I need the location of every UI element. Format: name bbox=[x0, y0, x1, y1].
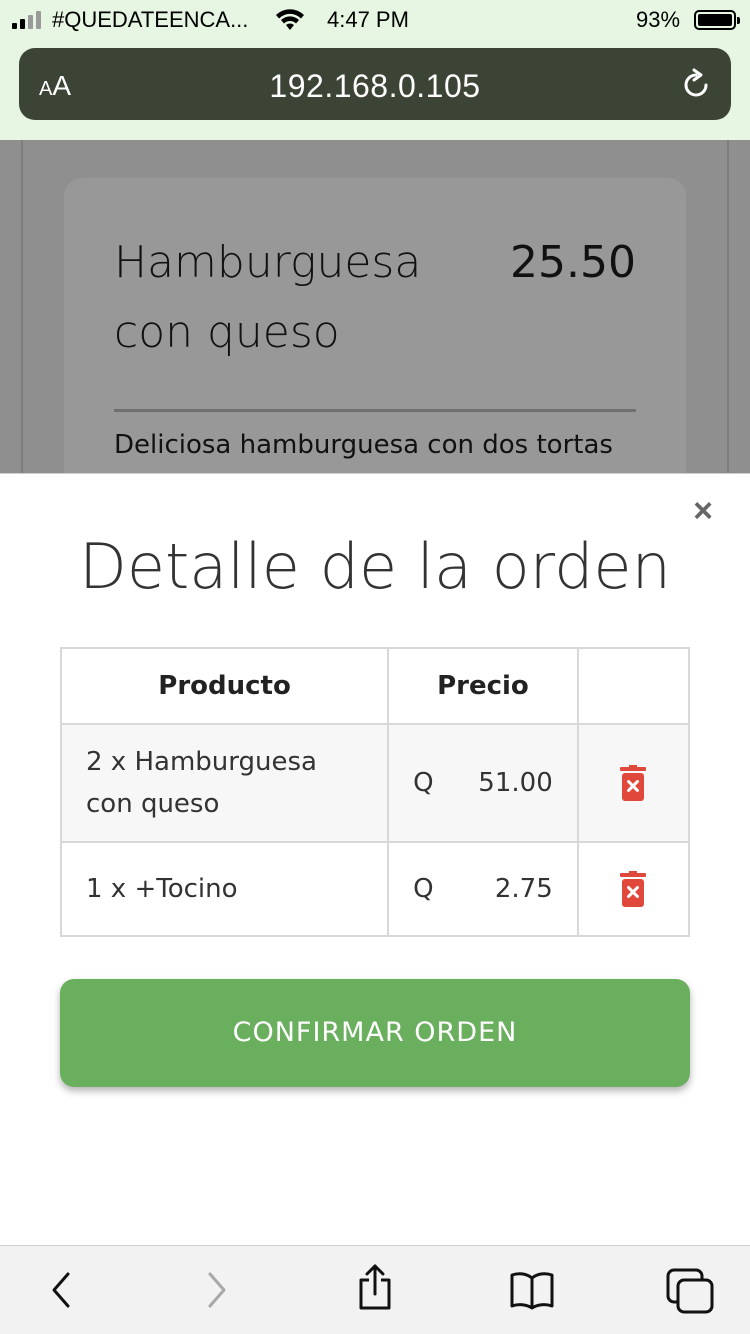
close-icon[interactable]: × bbox=[690, 494, 716, 528]
delete-cell bbox=[576, 841, 691, 937]
order-table: Producto Precio 2 x Hamburguesa con ques… bbox=[59, 647, 691, 937]
column-header-price: Precio bbox=[387, 647, 579, 725]
product-description: Deliciosa hamburguesa con dos tortas bbox=[114, 430, 613, 460]
carrier-name: #QUEDATEENCA... bbox=[52, 7, 249, 32]
divider bbox=[114, 409, 636, 412]
background-page: Hamburguesa con queso 25.50 Deliciosa ha… bbox=[0, 140, 750, 508]
address-bar[interactable]: AA 192.168.0.105 bbox=[19, 48, 731, 120]
back-icon[interactable] bbox=[48, 1268, 74, 1312]
url-text[interactable]: 192.168.0.105 bbox=[19, 68, 731, 105]
reload-icon[interactable] bbox=[679, 68, 713, 102]
product-cell: 1 x +Tocino bbox=[59, 841, 390, 937]
price-cell: Q 51.00 bbox=[387, 723, 579, 843]
product-title: Hamburguesa con queso bbox=[114, 237, 422, 358]
price-value: 51.00 bbox=[478, 768, 553, 798]
currency-symbol: Q bbox=[413, 874, 434, 904]
status-bar: #QUEDATEENCA... 4:47 PM 93% bbox=[0, 0, 750, 40]
battery-percent: 93% bbox=[636, 7, 681, 32]
delete-cell bbox=[576, 723, 691, 843]
price-value: 2.75 bbox=[494, 874, 553, 904]
browser-header: AA 192.168.0.105 bbox=[0, 40, 750, 140]
signal-icon bbox=[12, 11, 41, 29]
trash-icon[interactable] bbox=[620, 871, 647, 907]
battery-icon bbox=[694, 10, 740, 30]
confirm-order-button[interactable]: CONFIRMAR ORDEN bbox=[60, 979, 690, 1087]
share-icon[interactable] bbox=[355, 1264, 395, 1312]
column-header-product: Producto bbox=[59, 647, 390, 725]
bookmarks-icon[interactable] bbox=[508, 1270, 556, 1310]
wifi-icon bbox=[276, 9, 304, 30]
order-detail-modal: × Detalle de la orden Producto Precio 2 … bbox=[0, 473, 750, 1245]
product-price: 25.50 bbox=[510, 237, 636, 288]
price-cell: Q 2.75 bbox=[387, 841, 579, 937]
trash-icon[interactable] bbox=[620, 765, 647, 801]
column-header-actions bbox=[576, 647, 691, 725]
browser-toolbar bbox=[0, 1245, 750, 1334]
forward-icon[interactable] bbox=[204, 1268, 230, 1312]
tabs-icon[interactable] bbox=[666, 1268, 716, 1314]
clock: 4:47 PM bbox=[327, 7, 409, 32]
product-cell: 2 x Hamburguesa con queso bbox=[59, 723, 390, 843]
table-row: 1 x +Tocino Q 2.75 bbox=[59, 841, 691, 937]
product-card: Hamburguesa con queso 25.50 Deliciosa ha… bbox=[64, 178, 686, 508]
modal-title: Detalle de la orden bbox=[79, 530, 671, 603]
table-row: 2 x Hamburguesa con queso Q 51.00 bbox=[59, 723, 691, 843]
currency-symbol: Q bbox=[413, 768, 434, 798]
